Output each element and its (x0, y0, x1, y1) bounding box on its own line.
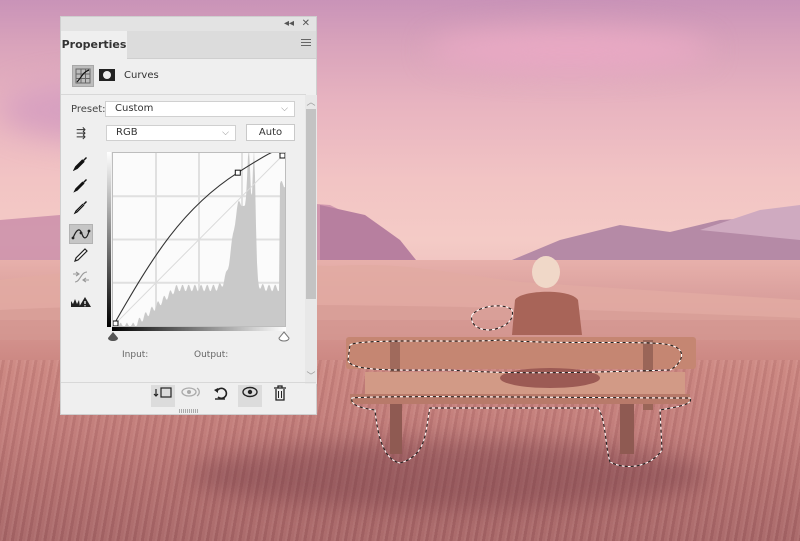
white-point-slider[interactable] (278, 331, 290, 343)
panel-footer (61, 382, 316, 411)
collapse-icon[interactable]: ◂◂ (284, 17, 294, 31)
scrollbar[interactable]: ︿ ﹀ (305, 95, 317, 384)
properties-panel: ◂◂ ✕ Properties Curves Preset: Custom ⌵ … (60, 16, 317, 415)
clip-to-layer-icon (153, 387, 172, 398)
view-previous-icon (181, 387, 200, 397)
curve-control-point[interactable] (112, 320, 119, 327)
preset-value: Custom (115, 103, 154, 114)
curves-adjustment-icon[interactable] (72, 65, 94, 87)
close-icon[interactable]: ✕ (302, 17, 310, 31)
curves-graph[interactable] (112, 149, 286, 327)
reset-button[interactable] (208, 385, 232, 407)
gray-eyedropper-icon[interactable] (69, 177, 93, 197)
trash-icon (274, 385, 286, 401)
channel-dropdown[interactable]: RGB ⌵ (106, 125, 236, 141)
resize-grip[interactable] (179, 409, 199, 413)
panel-titlebar[interactable]: ◂◂ ✕ (61, 17, 316, 31)
output-label: Output: (194, 350, 229, 360)
tab-properties[interactable]: Properties (61, 31, 127, 59)
eye-icon (242, 386, 258, 398)
pencil-icon[interactable] (69, 247, 93, 267)
clip-to-layer-button[interactable] (151, 385, 175, 407)
layer-mask-icon[interactable] (99, 69, 115, 81)
person-head (532, 256, 560, 288)
curve-control-point[interactable] (234, 169, 241, 176)
delete-button[interactable] (268, 385, 292, 407)
scrollbar-thumb[interactable] (306, 109, 316, 299)
panel-menu-icon[interactable] (301, 39, 311, 48)
black-eyedropper-icon[interactable] (69, 155, 93, 175)
chevron-down-icon: ⌵ (281, 104, 288, 114)
preset-dropdown[interactable]: Custom ⌵ (105, 101, 295, 117)
white-eyedropper-icon[interactable] (69, 199, 93, 219)
channel-value: RGB (116, 127, 138, 138)
divider (61, 94, 306, 95)
reset-icon (214, 387, 228, 400)
tab-bar: Properties (61, 31, 316, 59)
view-previous-button[interactable] (179, 385, 203, 407)
adjustment-title: Curves (124, 70, 159, 81)
toggle-visibility-button[interactable] (238, 385, 262, 407)
chevron-down-icon: ⌵ (222, 128, 229, 138)
clipping-warning-icon[interactable] (69, 295, 93, 315)
preset-label: Preset: (71, 104, 106, 115)
curve-plot[interactable] (112, 149, 286, 327)
black-point-slider[interactable] (107, 331, 119, 343)
edit-points-curve-icon[interactable] (69, 224, 93, 244)
input-gradient-bar (112, 327, 286, 331)
curve-control-point[interactable] (279, 152, 286, 159)
target-adjust-hand-icon[interactable]: ⇶ (69, 123, 93, 143)
input-label: Input: (122, 350, 149, 360)
auto-button[interactable]: Auto (246, 124, 295, 141)
output-gradient-bar (107, 152, 111, 327)
person-body (512, 291, 582, 335)
scroll-down-icon[interactable]: ﹀ (305, 369, 317, 382)
smooth-curve-icon[interactable] (69, 269, 93, 289)
scroll-up-icon[interactable]: ︿ (305, 95, 317, 108)
